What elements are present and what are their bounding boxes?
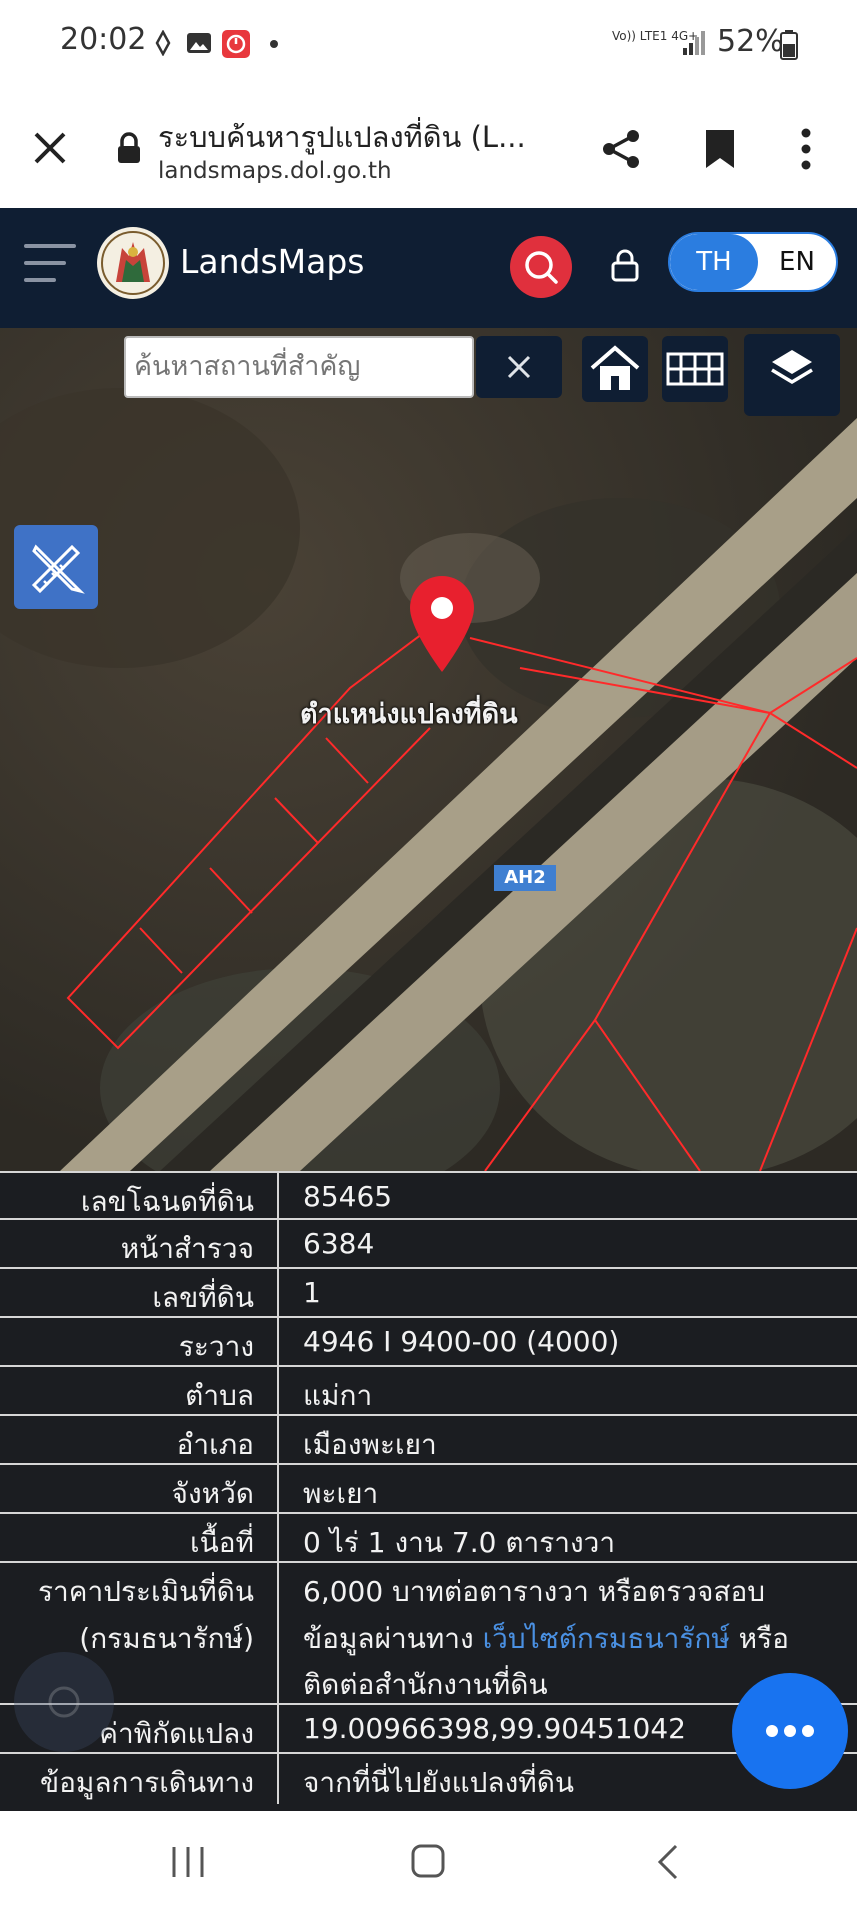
- home-icon: [590, 345, 640, 390]
- lang-en-button[interactable]: EN: [758, 234, 836, 290]
- row-value: 0 ไร่ 1 งาน 7.0 ตารางวา: [303, 1526, 616, 1559]
- back-nav-icon[interactable]: [656, 1843, 680, 1885]
- parcel-info-table: เลขโฉนดที่ดิน 85465 หน้าสำรวจ 6384 เลขที…: [0, 1171, 857, 1811]
- satellite-map[interactable]: 2023 Google ตำแหน่งแปลงที่ดิน AH2: [0, 328, 857, 1171]
- gallery-icon: [186, 30, 212, 56]
- table-row: อำเภอ เมืองพะเยา: [0, 1416, 857, 1465]
- row-label: เลขที่ดิน: [152, 1281, 254, 1314]
- row-label: เนื้อที่: [190, 1526, 254, 1559]
- measure-tool-button[interactable]: [14, 525, 98, 609]
- system-nav-bar: [0, 1811, 857, 1911]
- close-tab-icon[interactable]: [32, 130, 68, 170]
- table-row-coordinates: ค่าพิกัดแปลง 19.00966398,99.90451042: [0, 1705, 857, 1754]
- lock-icon: [116, 132, 142, 168]
- login-lock-icon[interactable]: [610, 248, 640, 286]
- appraisal-value-line1: 6,000 บาทต่อตารางวา หรือตรวจสอบ: [303, 1575, 766, 1608]
- bookmark-icon[interactable]: [704, 128, 736, 174]
- row-value: 6384: [303, 1227, 375, 1260]
- place-search-box[interactable]: [124, 336, 474, 398]
- status-time: 20:02: [60, 22, 147, 57]
- place-search-input[interactable]: [126, 338, 472, 394]
- clear-search-button[interactable]: [476, 336, 562, 398]
- lang-th-button[interactable]: TH: [670, 234, 758, 290]
- battery-icon: [780, 30, 798, 64]
- browser-toolbar: ระบบค้นหารูปแปลงที่ดิน (L... landsmaps.d…: [0, 92, 857, 209]
- row-value: แม่กา: [303, 1379, 373, 1412]
- share-icon[interactable]: [600, 128, 642, 174]
- treasury-website-link[interactable]: เว็บไซต์กรมธนารักษ์: [483, 1622, 730, 1655]
- grid-button[interactable]: [662, 336, 728, 402]
- marker-label: ตำแหน่งแปลงที่ดิน: [300, 699, 518, 730]
- grid-icon: [666, 352, 724, 386]
- row-label: จังหวัด: [171, 1477, 254, 1510]
- road-label: AH2: [494, 865, 556, 891]
- row-label: หน้าสำรวจ: [120, 1232, 254, 1265]
- more-options-icon[interactable]: [800, 128, 812, 174]
- signal-icon: [682, 30, 708, 56]
- language-toggle[interactable]: TH EN: [668, 232, 838, 292]
- table-row: เลขที่ดิน 1: [0, 1269, 857, 1318]
- row-value: 1: [303, 1276, 321, 1309]
- hamburger-menu-icon[interactable]: [24, 242, 76, 288]
- table-row: เลขโฉนดที่ดิน 85465: [0, 1171, 857, 1220]
- page-url[interactable]: landsmaps.dol.go.th: [158, 158, 392, 184]
- table-row-directions: ข้อมูลการเดินทาง จากที่นี่ไปยังแปลงที่ดิ…: [0, 1754, 857, 1804]
- search-icon: [525, 251, 558, 284]
- dol-seal-logo: [96, 226, 170, 304]
- row-value: เมืองพะเยา: [303, 1428, 437, 1461]
- map-imagery: 2023 Google: [0, 328, 857, 1171]
- home-nav-icon[interactable]: [410, 1843, 446, 1883]
- battery-percent: 52%: [717, 24, 784, 59]
- row-value: 85465: [303, 1180, 393, 1213]
- clear-icon: [507, 355, 531, 379]
- brand-name: LandsMaps: [180, 242, 365, 281]
- table-row: ระวาง 4946 I 9400-00 (4000): [0, 1318, 857, 1367]
- row-label: ระวาง: [178, 1330, 254, 1363]
- info-icon: [48, 1686, 80, 1718]
- notification-dot: [270, 40, 278, 48]
- recent-apps-icon[interactable]: [170, 1845, 206, 1883]
- directions-label: ข้อมูลการเดินทาง: [39, 1766, 254, 1799]
- table-row-appraisal: ราคาประเมินที่ดิน (กรมธนารักษ์) 6,000 บา…: [0, 1563, 857, 1705]
- location-icon: [150, 29, 176, 57]
- app-notification-icon: [222, 30, 250, 58]
- row-label: ตำบล: [185, 1379, 254, 1412]
- row-value: พะเยา: [303, 1477, 379, 1510]
- table-row: ตำบล แม่กา: [0, 1367, 857, 1416]
- appraisal-value-line2: ข้อมูลผ่านทาง เว็บไซต์กรมธนารักษ์ หรือ: [303, 1622, 789, 1655]
- ruler-pencil-icon: [31, 544, 85, 594]
- table-row: หน้าสำรวจ 6384: [0, 1220, 857, 1269]
- location-marker-icon[interactable]: [406, 574, 478, 678]
- row-label: อำเภอ: [176, 1428, 254, 1461]
- layers-button[interactable]: [744, 334, 840, 416]
- row-label: เลขโฉนดที่ดิน: [80, 1185, 254, 1218]
- layers-icon: [771, 350, 813, 385]
- search-button[interactable]: [510, 236, 572, 298]
- more-actions-button[interactable]: [732, 1673, 848, 1789]
- status-bar: 20:02 Vo)) LTE1 4G+ 52%: [0, 0, 857, 92]
- page-title[interactable]: ระบบค้นหารูปแปลงที่ดิน (L...: [158, 114, 526, 160]
- table-row: เนื้อที่ 0 ไร่ 1 งาน 7.0 ตารางวา: [0, 1514, 857, 1563]
- more-horizontal-icon: [766, 1725, 814, 1737]
- row-value: 4946 I 9400-00 (4000): [303, 1325, 620, 1358]
- info-button[interactable]: [14, 1652, 114, 1752]
- app-header: LandsMaps TH EN: [0, 208, 857, 328]
- home-button[interactable]: [582, 336, 648, 402]
- appraisal-label-line1: ราคาประเมินที่ดิน: [37, 1575, 254, 1608]
- table-row: จังหวัด พะเยา: [0, 1465, 857, 1514]
